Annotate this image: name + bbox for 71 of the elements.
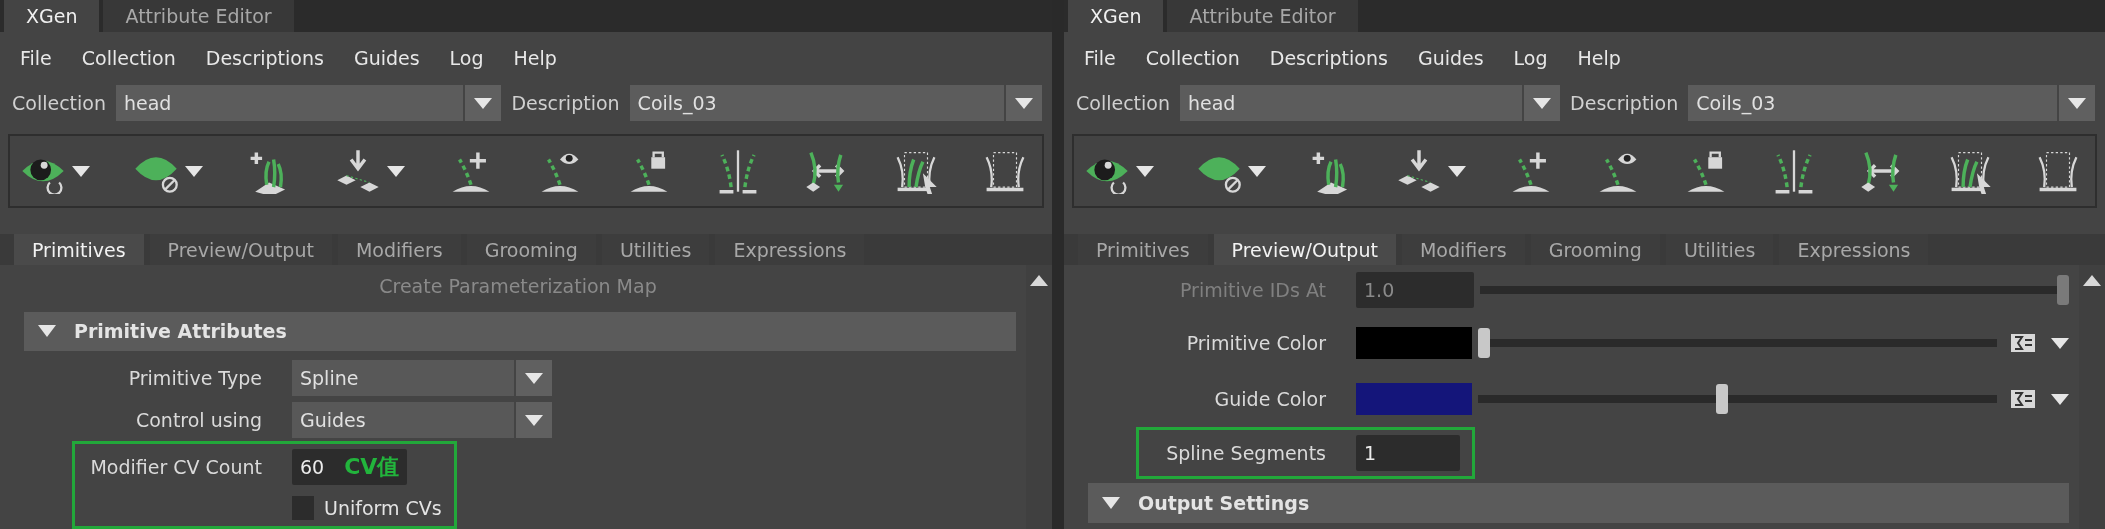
color-swatch[interactable] (1356, 327, 1472, 359)
caret-icon[interactable] (1015, 97, 1033, 109)
dropdown-caret-icon[interactable] (387, 165, 405, 177)
dropdown-field[interactable]: Spline (292, 360, 552, 396)
field-label: Guide Color (1213, 388, 1327, 410)
menu-item[interactable]: Log (1513, 47, 1548, 69)
field-label: Primitive Type (127, 367, 263, 389)
field-label: Spline Segments (1165, 442, 1327, 464)
expanded-triangle-icon[interactable] (38, 325, 56, 338)
menu-item[interactable]: Collection (81, 47, 176, 69)
menu-item[interactable]: Log (449, 47, 484, 69)
tab[interactable]: Preview/Output (1213, 234, 1396, 265)
menu-caret-icon[interactable] (2051, 337, 2069, 349)
menu-item[interactable]: File (20, 47, 52, 69)
menu-item[interactable]: Collection (1145, 47, 1240, 69)
annotation-text: CV值 (344, 453, 400, 481)
window-tab[interactable]: XGen (4, 0, 100, 32)
collection-label: Collection (12, 92, 106, 114)
menu-item[interactable]: Help (1577, 47, 1621, 69)
slider-thumb[interactable] (1478, 328, 1490, 358)
section-title: Output Settings (1138, 492, 1310, 514)
field-label: Primitive Color (1185, 332, 1327, 354)
number-field[interactable]: 1 (1356, 435, 1460, 471)
menu-item[interactable]: File (1084, 47, 1116, 69)
scrollbar[interactable] (2079, 265, 2105, 529)
window-tab[interactable]: Attribute Editor (103, 0, 294, 32)
expression-icon[interactable] (2011, 334, 2035, 352)
description-label: Description (1570, 92, 1679, 114)
caret-icon[interactable] (525, 372, 543, 384)
menu-item[interactable]: Guides (353, 47, 420, 69)
checkbox[interactable] (292, 496, 314, 520)
collection-dropdown[interactable]: head (116, 85, 502, 121)
scroll-up-icon[interactable] (2083, 275, 2101, 286)
dropdown-caret-icon[interactable] (72, 165, 90, 177)
menu-item[interactable]: Guides (1417, 47, 1484, 69)
description-dropdown[interactable]: Coils_03 (1688, 85, 2095, 121)
expression-icon[interactable] (2011, 390, 2035, 408)
window-tab[interactable]: Attribute Editor (1167, 0, 1358, 32)
dropdown-field[interactable]: Guides (292, 402, 552, 438)
field-label: Control using (134, 409, 263, 431)
expanded-triangle-icon[interactable] (1102, 497, 1120, 509)
menu-caret-icon[interactable] (2051, 393, 2069, 405)
description-label: Description (511, 92, 620, 114)
menu-item[interactable]: Descriptions (1269, 47, 1388, 69)
section-title: Primitive Attributes (74, 320, 287, 343)
number-field[interactable]: 60 CV值 (292, 449, 408, 485)
color-swatch[interactable] (1356, 383, 1472, 415)
menu-item[interactable]: Help (513, 47, 557, 69)
collection-dropdown[interactable]: head (1180, 85, 1561, 121)
caret-icon[interactable] (2068, 97, 2086, 109)
caret-icon[interactable] (474, 97, 493, 109)
scrollbar[interactable] (1026, 265, 1052, 529)
scroll-up-icon[interactable] (1030, 275, 1048, 286)
dropdown-caret-icon[interactable] (185, 165, 203, 177)
section-header[interactable]: Output Settings (1088, 483, 2069, 523)
collection-label: Collection (1076, 92, 1170, 114)
caret-icon[interactable] (1533, 97, 1552, 109)
field-label: Primitive IDs At (1179, 279, 1327, 301)
menu-item[interactable]: Descriptions (205, 47, 324, 69)
window-tab[interactable]: XGen (1068, 0, 1164, 32)
section-header[interactable]: Primitive Attributes (24, 311, 1016, 351)
description-dropdown[interactable]: Coils_03 (629, 85, 1042, 121)
dropdown-caret-icon[interactable] (1136, 165, 1154, 177)
caret-icon[interactable] (525, 414, 543, 426)
dropdown-caret-icon[interactable] (1247, 165, 1266, 177)
slider-thumb[interactable] (1716, 384, 1729, 414)
dropdown-caret-icon[interactable] (1447, 165, 1466, 177)
tab[interactable]: Primitives (14, 234, 144, 265)
field-label: Modifier CV Count (89, 456, 263, 478)
checkbox-label: Uniform CVs (324, 497, 442, 519)
placement-icon[interactable] (335, 148, 381, 194)
